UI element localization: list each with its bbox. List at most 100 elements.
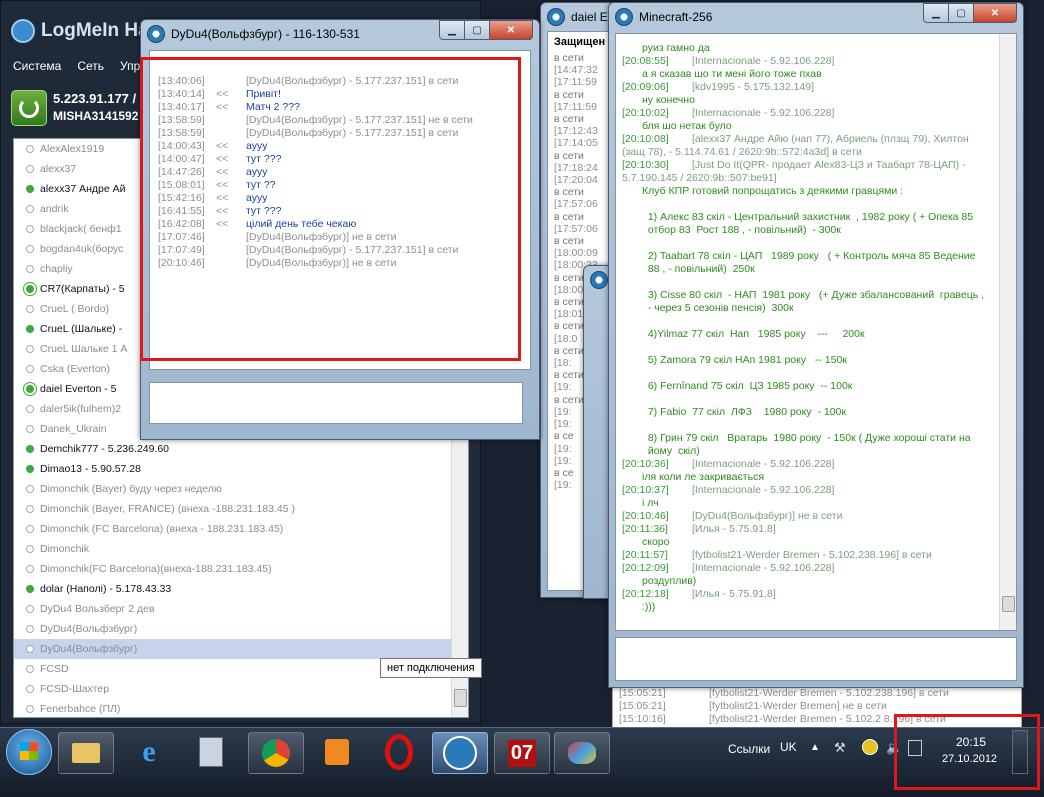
chat-line: [15:05:21] [fytbolist21-Werder Bremen - 5… — [619, 687, 949, 700]
chat-system-text: [Internacionale - 5.92.106.228] — [692, 55, 835, 67]
chat-timestamp: [20:12:09] — [622, 562, 669, 574]
chat-line: 5.7.190.145 / 2620:9b::507:be91] — [622, 172, 984, 185]
app-07-icon: 07 — [507, 739, 537, 767]
close-button[interactable]: ✕ — [973, 3, 1017, 23]
online-status-icon — [26, 465, 34, 473]
offline-status-icon — [26, 405, 34, 413]
chat-line: руиз гамно да — [622, 42, 984, 55]
minecraft-message-input[interactable] — [615, 637, 1017, 681]
chat-text: іля коли ле закривається — [642, 471, 765, 483]
taskbar-opera[interactable] — [372, 732, 426, 772]
dydu-message-input[interactable] — [149, 382, 523, 424]
start-button[interactable] — [6, 729, 52, 775]
taskbar-chrome[interactable] — [248, 732, 304, 774]
chat-system-text: [Internacionale - 5.92.106.228] — [692, 458, 835, 470]
contact-item[interactable]: Dimao13 - 5.90.57.28 — [14, 459, 451, 479]
menu-network[interactable]: Сеть — [77, 59, 104, 73]
contact-item[interactable]: Dimonchik (Bayer, FRANCE) (внеха -188.23… — [14, 499, 451, 519]
contact-name: AlexAlex1919 — [40, 143, 105, 155]
chat-text: руиз гамно да — [642, 42, 710, 54]
contact-name: bogdan4uk(борус — [40, 243, 124, 255]
folder-icon — [72, 743, 100, 763]
contact-name: andrik — [40, 203, 69, 215]
contact-item[interactable]: DyDu4(Вольфзбург) — [14, 639, 451, 659]
chat-line: 3) Cisse 80 скіл - НАП 1981 року (+ Дуже… — [622, 289, 984, 302]
chat-line: :))) — [622, 601, 984, 614]
scroll-down-arrow[interactable] — [454, 689, 467, 707]
chat-text: 3) Cisse 80 скіл - НАП 1981 року (+ Дуже… — [642, 289, 985, 301]
contact-item[interactable]: Dimonchik — [14, 539, 451, 559]
contact-item[interactable]: DyDu4 Вользберг 2 дев — [14, 599, 451, 619]
chat-line: [15:05:21] [fytbolist21-Werder Bremen] не… — [619, 700, 949, 713]
chat-line: йому скіл) — [622, 445, 984, 458]
chat-system-text: (защ 78), - 5.114.74.61 / 2620:9b::572:4… — [622, 146, 862, 158]
chat-timestamp: [20:10:46] — [622, 510, 669, 522]
offline-status-icon — [26, 665, 34, 673]
chat-system-text: [Internacionale - 5.92.106.228] — [692, 562, 835, 574]
offline-status-icon — [26, 705, 34, 713]
taskbar-media[interactable] — [310, 732, 364, 772]
taskbar-ie[interactable]: e — [122, 732, 176, 772]
chat-line: [20:10:08] [alexx37 Андре Айю (нап 77), А… — [622, 133, 984, 146]
offline-status-icon — [26, 605, 34, 613]
offline-status-icon — [26, 245, 34, 253]
chat-system-text: [Internacionale - 5.92.106.228] — [692, 484, 835, 496]
show-hidden-icons[interactable]: ▲ — [810, 742, 820, 753]
power-button[interactable] — [11, 90, 47, 126]
chat-system-text: [alexx37 Андре Айю (нап 77), Абриель (пл… — [692, 133, 969, 145]
maximize-button[interactable]: ▢ — [464, 20, 489, 40]
language-indicator[interactable]: UK — [780, 740, 797, 754]
taskbar-calculator[interactable] — [184, 732, 238, 772]
chat-line: ну конечно — [622, 94, 984, 107]
taskbar-paint[interactable] — [554, 732, 610, 774]
chat-system-text: [kdv1995 - 5.175.132.149] — [692, 81, 815, 93]
contact-item[interactable]: Dimonchik (Bayer) буду через неделю — [14, 479, 451, 499]
hamachi-chat-icon — [547, 8, 565, 26]
chat-text: 4)Yilmaz 77 скіл Нап 1985 року --- 200к — [642, 328, 865, 340]
contact-item[interactable]: FCSD-Шахтер — [14, 679, 451, 699]
chat-timestamp: [20:11:36] — [622, 523, 668, 535]
minimize-button[interactable]: ▁ — [923, 3, 948, 23]
contact-name: Cska (Everton) — [40, 363, 111, 375]
chat-line: [20:10:36] [Internacionale - 5.92.106.228… — [622, 458, 984, 471]
contact-item[interactable]: Demchik777 - 5.236.249.60 — [14, 439, 451, 459]
taskbar-explorer[interactable] — [58, 732, 114, 774]
chat-line — [622, 237, 984, 250]
close-button[interactable]: ✕ — [489, 20, 533, 40]
minimize-button[interactable]: ▁ — [439, 20, 464, 40]
chat-line: 88 , - повільний) 250к — [622, 263, 984, 276]
contact-name: dolar (Наполі) - 5.178.43.33 — [40, 583, 172, 595]
windows-logo-icon — [20, 742, 38, 760]
links-toolbar[interactable]: Ссылки — [728, 742, 770, 756]
contact-item[interactable]: dolar (Наполі) - 5.178.43.33 — [14, 579, 451, 599]
chat-line — [622, 419, 984, 432]
contact-item[interactable]: Dimonchik (FC Barcelona) (внеха - 188.23… — [14, 519, 451, 539]
offline-status-icon — [26, 205, 34, 213]
chat-line: 6) Fernînand 75 скіл ЦЗ 1985 року -- 100… — [622, 380, 984, 393]
minecraft-scrollbar[interactable] — [999, 34, 1016, 630]
hamachi-username: MISHA3141592 — [53, 109, 139, 123]
chat-text: і лч — [642, 497, 659, 509]
contact-name: Dimonchik (FC Barcelona) (внеха - 188.23… — [40, 523, 284, 535]
maximize-button[interactable]: ▢ — [948, 3, 973, 23]
contact-item[interactable]: Fenerbahce (ПЛ) — [14, 699, 451, 717]
contact-name: CrueL (Шальке) - — [40, 323, 123, 335]
chat-line — [622, 393, 984, 406]
chat-timestamp: [15:05:21] — [619, 700, 666, 712]
menu-system[interactable]: Система — [13, 59, 61, 73]
taskbar-app-07[interactable]: 07 — [494, 732, 550, 774]
chat-line: [20:08:55] [Internacionale - 5.92.106.228… — [622, 55, 984, 68]
network-warning-icon[interactable] — [862, 739, 878, 755]
taskbar: e 07 Ссылки UK ▲ ⚒ 🔈 20:15 27.10.2012 — [0, 727, 1044, 797]
contact-item[interactable]: DyDu4(Вольфзбург) — [14, 619, 451, 639]
contact-item[interactable]: Dimonchik(FC Barcelona)(внеха-188.231.18… — [14, 559, 451, 579]
chat-timestamp: [20:10:36] — [622, 458, 669, 470]
offline-status-icon — [26, 525, 34, 533]
desktop: { "logmein": { "title": "LogMeIn Hamachi… — [0, 0, 1044, 797]
chat-text: 2) Taabart 78 скіл - ЦАП 1989 року ( + К… — [642, 250, 976, 262]
taskbar-hamachi[interactable] — [432, 732, 488, 774]
chat-timestamp: [20:10:37] — [622, 484, 669, 496]
scroll-thumb[interactable] — [1002, 596, 1015, 612]
contact-name: Fenerbahce (ПЛ) — [40, 703, 121, 715]
tools-tray-icon[interactable]: ⚒ — [834, 740, 846, 756]
